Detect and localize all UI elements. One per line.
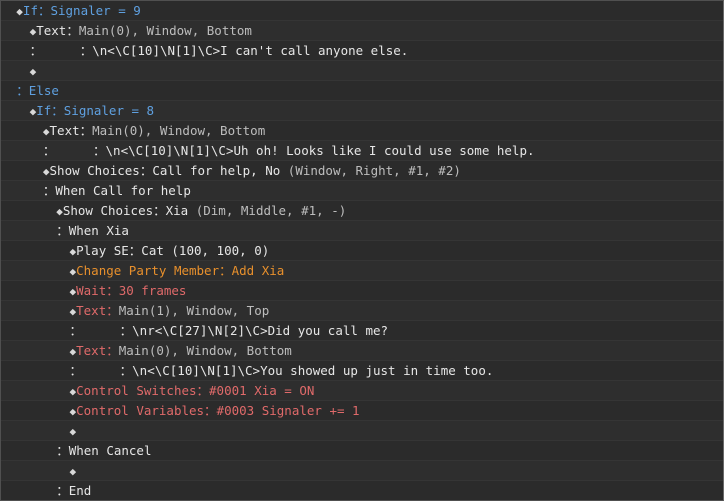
command-text: ：When Call for help [42, 183, 191, 198]
diamond-bullet-icon: ◆ [56, 205, 63, 218]
diamond-bullet-icon: ◆ [42, 125, 50, 138]
command-text: ：\n<\C[10]\N[1]\C>I can't call anyone el… [42, 43, 409, 58]
end-branch[interactable]: ：End [1, 481, 723, 500]
diamond-bullet-icon: ◆ [16, 5, 23, 18]
else-branch[interactable]: ：Else [1, 81, 723, 101]
text-line[interactable]: ： ：\n<\C[10]\N[1]\C>Uh oh! Looks like I … [1, 141, 723, 161]
command-text: Main(0), Window, Bottom [118, 343, 292, 358]
text-command[interactable]: ◆Text：Main(0), Window, Bottom [1, 21, 723, 41]
command-text: Wait：30 frames [76, 283, 187, 298]
empty-command[interactable]: ◆ [1, 461, 723, 481]
command-text: ： [69, 323, 83, 338]
command-text: (Dim, Middle, #1, -) [195, 203, 347, 218]
command-text: Text： [36, 23, 79, 38]
command-text: If：Signaler = 9 [22, 3, 141, 18]
control-switches-command[interactable]: ◆Control Switches：#0001 Xia = ON [1, 381, 723, 401]
command-text: Main(1), Window, Top [118, 303, 270, 318]
command-text: (Window, Right, #1, #2) [287, 163, 461, 178]
if-command[interactable]: ◆If：Signaler = 8 [1, 101, 723, 121]
diamond-bullet-icon: ◆ [69, 465, 77, 478]
wait-command[interactable]: ◆Wait：30 frames [1, 281, 723, 301]
command-text: Show Choices：Xia [62, 203, 196, 218]
diamond-bullet-icon: ◆ [29, 65, 37, 78]
command-text: If：Signaler = 8 [36, 103, 155, 118]
text-line[interactable]: ： ：\nr<\C[27]\N[2]\C>Did you call me? [1, 321, 723, 341]
command-text: Text： [49, 123, 93, 138]
empty-command[interactable]: ◆ [1, 421, 723, 441]
text-command[interactable]: ◆Text：Main(1), Window, Top [1, 301, 723, 321]
command-text: Control Switches：#0001 Xia = ON [76, 383, 315, 398]
command-text: Play SE：Cat (100, 100, 0) [76, 243, 270, 258]
command-text: ： [42, 143, 56, 158]
command-text: ： [29, 43, 43, 58]
if-command[interactable]: ◆If：Signaler = 9 [1, 1, 723, 21]
show-choices-command[interactable]: ◆Show Choices：Call for help, No (Window,… [1, 161, 723, 181]
command-text: Main(0), Window, Bottom [92, 123, 266, 138]
text-command[interactable]: ◆Text：Main(0), Window, Bottom [1, 121, 723, 141]
show-choices-command[interactable]: ◆Show Choices：Xia (Dim, Middle, #1, -) [1, 201, 723, 221]
change-party-member-command[interactable]: ◆Change Party Member：Add Xia [1, 261, 723, 281]
when-cancel-branch[interactable]: ：When Cancel [1, 441, 723, 461]
empty-command[interactable]: ◆ [1, 61, 723, 81]
text-line[interactable]: ： ：\n<\C[10]\N[1]\C>You showed up just i… [1, 361, 723, 381]
command-text: ： [69, 363, 83, 378]
command-text: ：Else [16, 83, 59, 98]
diamond-bullet-icon: ◆ [42, 165, 50, 178]
command-text: ：\n<\C[10]\N[1]\C>You showed up just in … [82, 363, 494, 378]
command-text: Main(0), Window, Bottom [78, 23, 252, 38]
command-text: ：When Xia [56, 223, 129, 238]
event-command-list[interactable]: ◆If：Signaler = 9 ◆Text：Main(0), Window, B… [0, 0, 724, 501]
command-text: ：When Cancel [56, 443, 152, 458]
diamond-bullet-icon: ◆ [69, 425, 77, 438]
control-variables-command[interactable]: ◆Control Variables：#0003 Signaler += 1 [1, 401, 723, 421]
command-text: ：\n<\C[10]\N[1]\C>Uh oh! Looks like I co… [55, 143, 535, 158]
command-text: Change Party Member：Add Xia [76, 263, 285, 278]
command-text: Text： [76, 303, 119, 318]
play-se-command[interactable]: ◆Play SE：Cat (100, 100, 0) [1, 241, 723, 261]
command-text: ：End [56, 483, 92, 498]
when-branch[interactable]: ：When Xia [1, 221, 723, 241]
text-line[interactable]: ： ：\n<\C[10]\N[1]\C>I can't call anyone … [1, 41, 723, 61]
command-text: Show Choices：Call for help, No [49, 163, 288, 178]
text-command[interactable]: ◆Text：Main(0), Window, Bottom [1, 341, 723, 361]
when-branch[interactable]: ：When Call for help [1, 181, 723, 201]
command-text: Text： [76, 343, 119, 358]
command-text: Control Variables：#0003 Signaler += 1 [76, 403, 360, 418]
command-text: ：\nr<\C[27]\N[2]\C>Did you call me? [82, 323, 389, 338]
